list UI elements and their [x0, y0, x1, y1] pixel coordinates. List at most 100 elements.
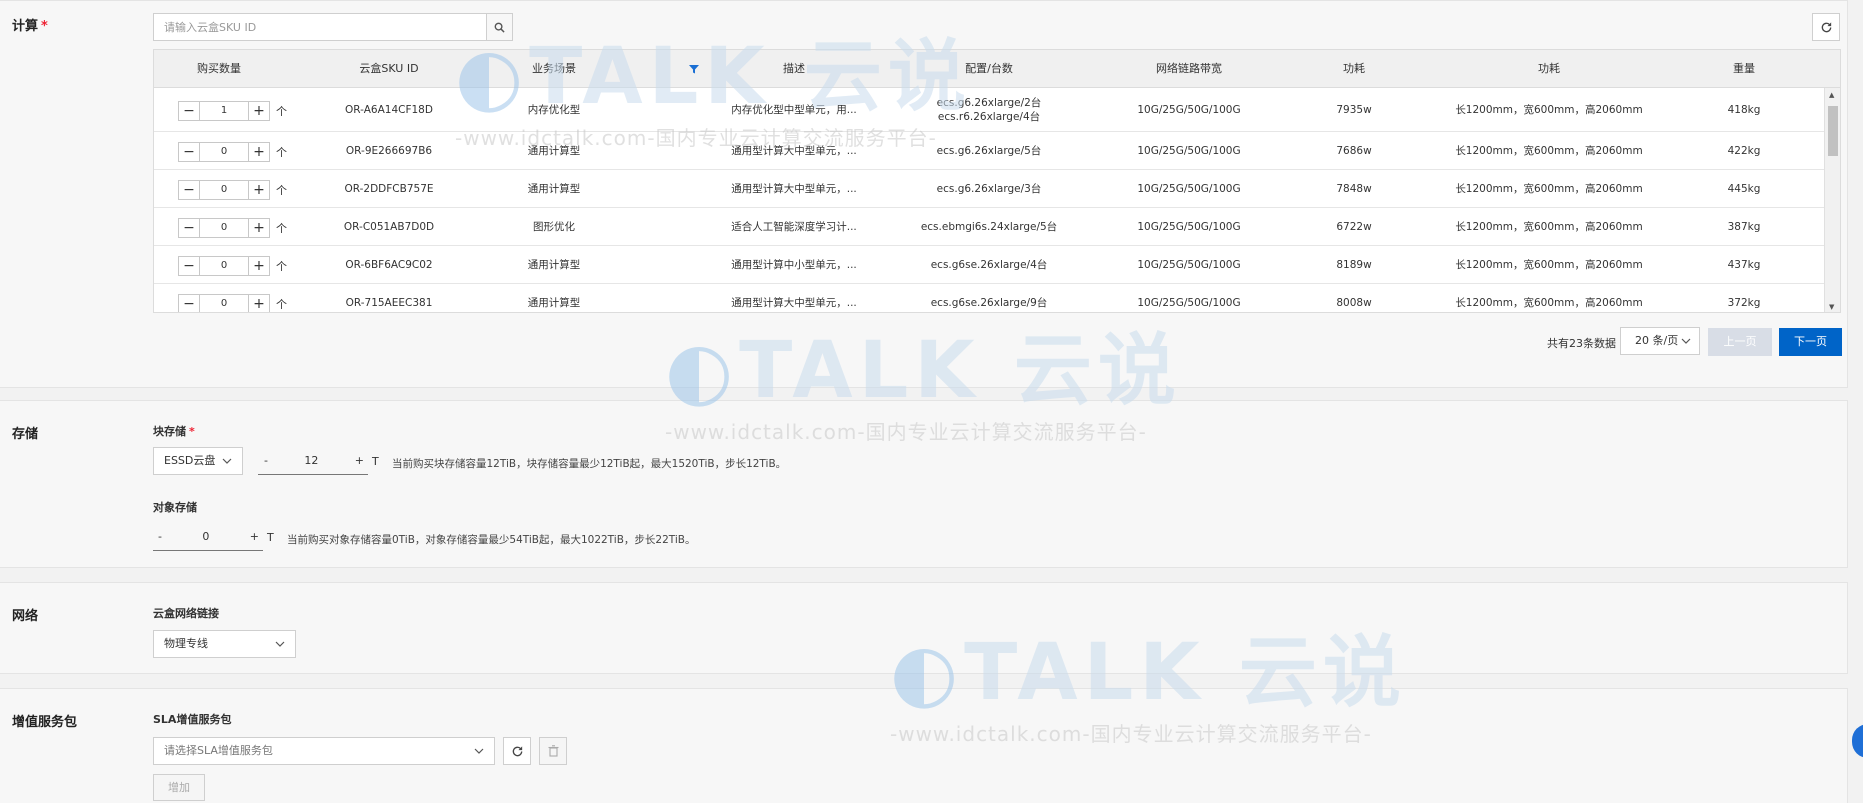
filter-icon[interactable]: [689, 64, 699, 77]
block-increment-button[interactable]: +: [355, 454, 368, 467]
desc-cell: 内存优化型中型单元，用...: [731, 104, 857, 116]
sku-cell: OR-C051AB7D0D: [343, 220, 435, 233]
table-scrollbar[interactable]: ▲ ▼: [1824, 88, 1840, 312]
increment-button[interactable]: +: [248, 180, 270, 200]
disk-type-select[interactable]: ESSD云盘: [153, 447, 243, 475]
bandwidth-cell: 10G/25G/50G/100G: [1137, 258, 1241, 271]
block-storage-stepper: - 12 +: [258, 447, 368, 475]
quantity-stepper: − 0 + 个: [178, 217, 287, 239]
table-row: − 0 + 个 OR-9E266697B6 通用计算型 通用型计算大中型单元，.…: [154, 132, 1826, 170]
increment-button[interactable]: +: [248, 256, 270, 276]
storage-section: 存储 块存储 * ESSD云盘 - 12 + T 当前购买块存储容量12TiB，块…: [0, 400, 1848, 568]
col-desc: 描述: [783, 62, 805, 75]
scene-cell: 内存优化型: [527, 104, 581, 116]
power-cell: 8189w: [1336, 258, 1372, 271]
object-storage-label: 对象存储: [153, 501, 197, 514]
power-cell: 8008w: [1336, 296, 1372, 309]
required-mark: *: [41, 19, 48, 34]
compute-section: 计算* 购买数量 云盒SKU ID 业务场景 描述 配置/台数 网络链路带宽: [0, 0, 1848, 388]
pagination-total: 共有23条数据: [1547, 337, 1616, 350]
quantity-value[interactable]: 1: [200, 101, 248, 121]
object-unit: T: [267, 531, 274, 544]
next-page-button[interactable]: 下一页: [1779, 328, 1842, 356]
table-row: − 0 + 个 OR-715AEEC381 通用计算型 通用型计算大中型单元，.…: [154, 284, 1826, 312]
chevron-down-icon: [275, 641, 285, 647]
scene-cell: 图形优化: [533, 220, 575, 233]
increment-button[interactable]: +: [248, 218, 270, 238]
block-storage-label-text: 块存储: [153, 425, 186, 438]
search-button[interactable]: [486, 14, 512, 40]
scene-cell: 通用计算型: [527, 144, 581, 157]
object-storage-value[interactable]: 0: [162, 530, 250, 543]
floating-assistant-button[interactable]: [1852, 724, 1863, 758]
sla-refresh-button[interactable]: [503, 737, 531, 765]
quantity-value[interactable]: 0: [200, 218, 248, 238]
quantity-value[interactable]: 0: [200, 256, 248, 276]
quantity-value[interactable]: 0: [200, 294, 248, 312]
col-qty: 购买数量: [197, 62, 241, 75]
config-cell: ecs.g6se.26xlarge/4台: [930, 258, 1048, 271]
sku-cell: OR-A6A14CF18D: [345, 104, 433, 116]
increment-button[interactable]: +: [248, 101, 270, 121]
value-added-section: 增值服务包 SLA增值服务包 请选择SLA增值服务包 增加: [0, 688, 1848, 803]
page-size-select[interactable]: 20 条/页: [1620, 327, 1700, 355]
block-storage-value[interactable]: 12: [268, 454, 355, 467]
add-button[interactable]: 增加: [153, 774, 205, 801]
scroll-up-icon[interactable]: ▲: [1829, 91, 1834, 99]
quantity-stepper: − 0 + 个: [178, 255, 287, 277]
sla-label: SLA增值服务包: [153, 713, 232, 726]
chevron-down-icon: [1681, 338, 1691, 344]
decrement-button[interactable]: −: [178, 294, 200, 312]
table-header: 购买数量 云盒SKU ID 业务场景 描述 配置/台数 网络链路带宽 功耗 功耗…: [154, 50, 1840, 88]
sku-cell: OR-9E266697B6: [345, 144, 433, 157]
sku-table: 购买数量 云盒SKU ID 业务场景 描述 配置/台数 网络链路带宽 功耗 功耗…: [153, 49, 1841, 313]
object-storage-hint: 当前购买对象存储容量0TiB，对象存储容量最少54TiB起，最大1022TiB，…: [287, 534, 696, 546]
refresh-icon: [512, 745, 522, 756]
prev-page-button[interactable]: 上一页: [1708, 328, 1772, 356]
decrement-button[interactable]: −: [178, 101, 200, 121]
network-link-value: 物理专线: [164, 637, 208, 650]
decrement-button[interactable]: −: [178, 180, 200, 200]
sla-delete-button[interactable]: [539, 737, 567, 765]
quantity-value[interactable]: 0: [200, 142, 248, 162]
desc-cell: 通用型计算大中型单元，...: [731, 144, 857, 157]
power-cell: 7935w: [1336, 104, 1372, 116]
table-row: − 0 + 个 OR-2DDFCB757E 通用计算型 通用型计算大中型单元，.…: [154, 170, 1826, 208]
table-row: − 1 + 个 OR-A6A14CF18D 内存优化型 内存优化型中型单元，用.…: [154, 88, 1826, 132]
page-size-value: 20 条/页: [1635, 334, 1679, 347]
config-cell: ecs.g6.26xlarge/5台: [936, 144, 1042, 157]
size-cell: 长1200mm，宽600mm，高2060mm: [1455, 144, 1643, 157]
object-decrement-button[interactable]: -: [153, 530, 162, 543]
decrement-button[interactable]: −: [178, 142, 200, 162]
decrement-button[interactable]: −: [178, 256, 200, 276]
scroll-down-icon[interactable]: ▼: [1829, 303, 1834, 311]
size-cell: 长1200mm，宽600mm，高2060mm: [1455, 258, 1643, 271]
object-increment-button[interactable]: +: [250, 530, 263, 543]
quantity-stepper: − 0 + 个: [178, 179, 287, 201]
scrollbar-thumb[interactable]: [1828, 106, 1838, 156]
network-link-select[interactable]: 物理专线: [153, 630, 296, 658]
power-cell: 6722w: [1336, 220, 1372, 233]
quantity-stepper: − 0 + 个: [178, 141, 287, 163]
increment-button[interactable]: +: [248, 294, 270, 312]
increment-button[interactable]: +: [248, 142, 270, 162]
trash-icon: [548, 745, 558, 757]
config-cell: ecs.g6se.26xlarge/9台: [930, 296, 1048, 309]
quantity-stepper: − 1 + 个: [178, 100, 287, 122]
sku-cell: OR-2DDFCB757E: [344, 182, 434, 195]
quantity-value[interactable]: 0: [200, 180, 248, 200]
col-sku: 云盒SKU ID: [359, 62, 419, 75]
table-row: − 0 + 个 OR-6BF6AC9C02 通用计算型 通用型计算中小型单元，.…: [154, 246, 1826, 284]
col-config: 配置/台数: [965, 62, 1013, 75]
decrement-button[interactable]: −: [178, 218, 200, 238]
power-cell: 7848w: [1336, 182, 1372, 195]
value-added-title: 增值服务包: [12, 715, 78, 730]
config-cell: ecs.g6.26xlarge/2台 ecs.r6.26xlarge/4台: [889, 88, 1089, 132]
block-decrement-button[interactable]: -: [258, 454, 268, 467]
block-unit: T: [372, 455, 379, 468]
refresh-button[interactable]: [1812, 13, 1840, 41]
sla-select[interactable]: 请选择SLA增值服务包: [153, 737, 495, 765]
sku-search-input[interactable]: [154, 14, 486, 40]
block-storage-label: 块存储 *: [153, 423, 195, 439]
weight-cell: 422kg: [1727, 144, 1761, 157]
